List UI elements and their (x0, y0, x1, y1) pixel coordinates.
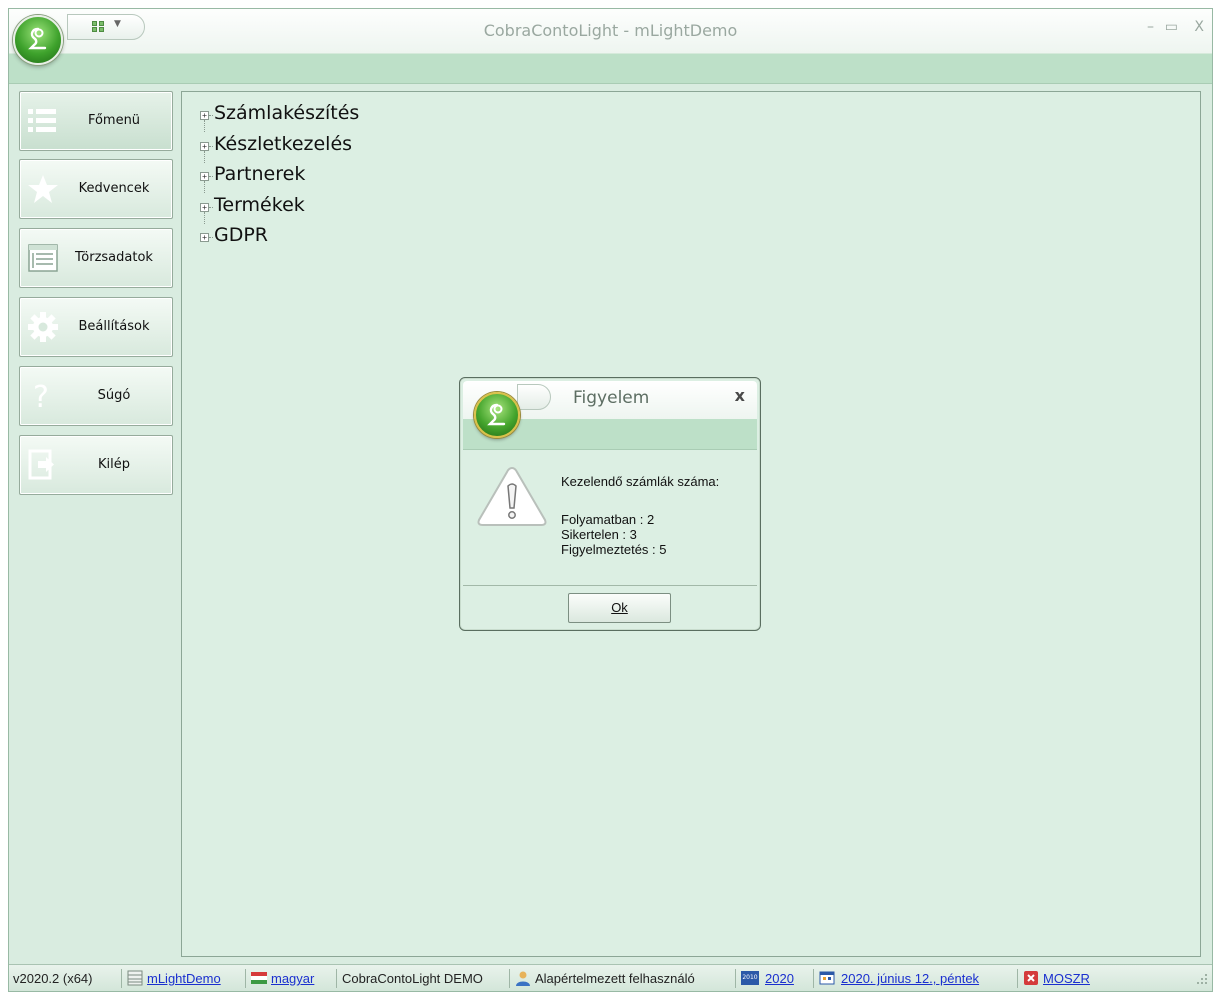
dialog-line-failed: Sikertelen : 3 (561, 527, 637, 542)
calendar-icon (819, 971, 835, 985)
title-bar: ▼ CobraContoLight - mLightDemo – ▭ X (9, 9, 1212, 53)
question-icon: ? (33, 380, 49, 413)
database-icon (127, 970, 143, 986)
cobra-logo-icon (487, 403, 506, 426)
gear-icon (28, 312, 58, 342)
svg-text:?: ? (33, 380, 49, 413)
expand-icon[interactable]: + (200, 141, 209, 151)
expand-icon[interactable]: + (200, 111, 209, 120)
nav-kedvencek-button[interactable]: Kedvencek (19, 159, 173, 219)
expand-icon[interactable]: + (200, 202, 209, 212)
user-label: Alapértelmezett felhasználó (535, 971, 695, 986)
nav-label: Súgó (97, 388, 131, 403)
warning-icon (477, 466, 547, 526)
year-link[interactable]: 2020 (765, 971, 794, 986)
dialog-body: Kezelendő számlák száma: Folyamatban : 2… (463, 450, 757, 586)
nav-label: Kilép (98, 457, 130, 472)
ok-label: Ok (611, 600, 628, 615)
nav-fomenu-button[interactable]: Főmenü (19, 91, 173, 151)
error-icon (1024, 971, 1038, 985)
main-window: ▼ CobraContoLight - mLightDemo – ▭ X Főm… (8, 8, 1213, 992)
status-bar: v2020.2 (x64) mLightDemo magyar CobraCon… (9, 964, 1212, 991)
language-link[interactable]: magyar (271, 971, 314, 986)
user-icon (516, 971, 530, 986)
nav-beallitasok-button[interactable]: Beállítások (19, 297, 173, 357)
tree-item-label[interactable]: Készletkezelés (214, 133, 352, 155)
dialog-title: Figyelem (573, 388, 650, 408)
tree-item-label[interactable]: Számlakészítés (214, 102, 359, 124)
nav-kilep-button[interactable]: Kilép (19, 435, 173, 495)
expand-icon[interactable]: + (200, 172, 209, 181)
list-icon (28, 109, 56, 132)
tree-item-label[interactable]: GDPR (214, 224, 268, 246)
dialog-line-warnings: Figyelmeztetés : 5 (561, 542, 667, 557)
table-icon (28, 244, 58, 272)
nav-label: Beállítások (78, 319, 150, 334)
ok-button[interactable]: Ok (568, 593, 671, 623)
nav-label: Kedvencek (78, 181, 150, 196)
tree-item-label[interactable]: Termékek (214, 194, 305, 216)
nav-label: Főmenü (87, 113, 141, 128)
cobra-logo-icon (28, 27, 47, 50)
window-title: CobraContoLight - mLightDemo (483, 21, 738, 40)
maximize-button[interactable]: ▭ (1165, 19, 1178, 35)
nav-torzsadatok-button[interactable]: Törzsadatok (19, 228, 173, 288)
ribbon-strip (9, 53, 1212, 84)
version-label: v2020.2 (x64) (13, 971, 93, 986)
dialog-heading: Kezelendő számlák száma: (561, 474, 720, 489)
moszr-link[interactable]: MOSZR (1043, 971, 1090, 986)
tree-item-label[interactable]: Partnerek (214, 163, 305, 185)
expand-icon[interactable]: + (200, 233, 209, 242)
dialog-line-in-progress: Folyamatban : 2 (561, 512, 655, 527)
database-link[interactable]: mLightDemo (147, 971, 221, 986)
dialog-app-logo (474, 392, 520, 438)
close-button[interactable]: X (1194, 19, 1204, 35)
date-link[interactable]: 2020. június 12., péntek (841, 971, 979, 986)
nav-sugo-button[interactable]: ? Súgó (19, 366, 173, 426)
minimize-button[interactable]: – (1147, 19, 1154, 35)
app-menu-button[interactable] (13, 15, 63, 65)
nav-label: Törzsadatok (75, 250, 153, 265)
hungarian-flag-icon (251, 972, 267, 984)
resize-grip-icon (1197, 974, 1207, 984)
product-label: CobraContoLight DEMO (342, 971, 483, 986)
dialog-quick-access[interactable] (517, 384, 551, 410)
year-calendar-icon: 2010 (741, 971, 759, 985)
star-icon (28, 175, 58, 203)
exit-icon (28, 449, 54, 480)
warning-dialog: Figyelem x Kezelendő számlák száma: Foly… (459, 377, 761, 631)
dialog-close-button[interactable]: x (735, 386, 745, 405)
